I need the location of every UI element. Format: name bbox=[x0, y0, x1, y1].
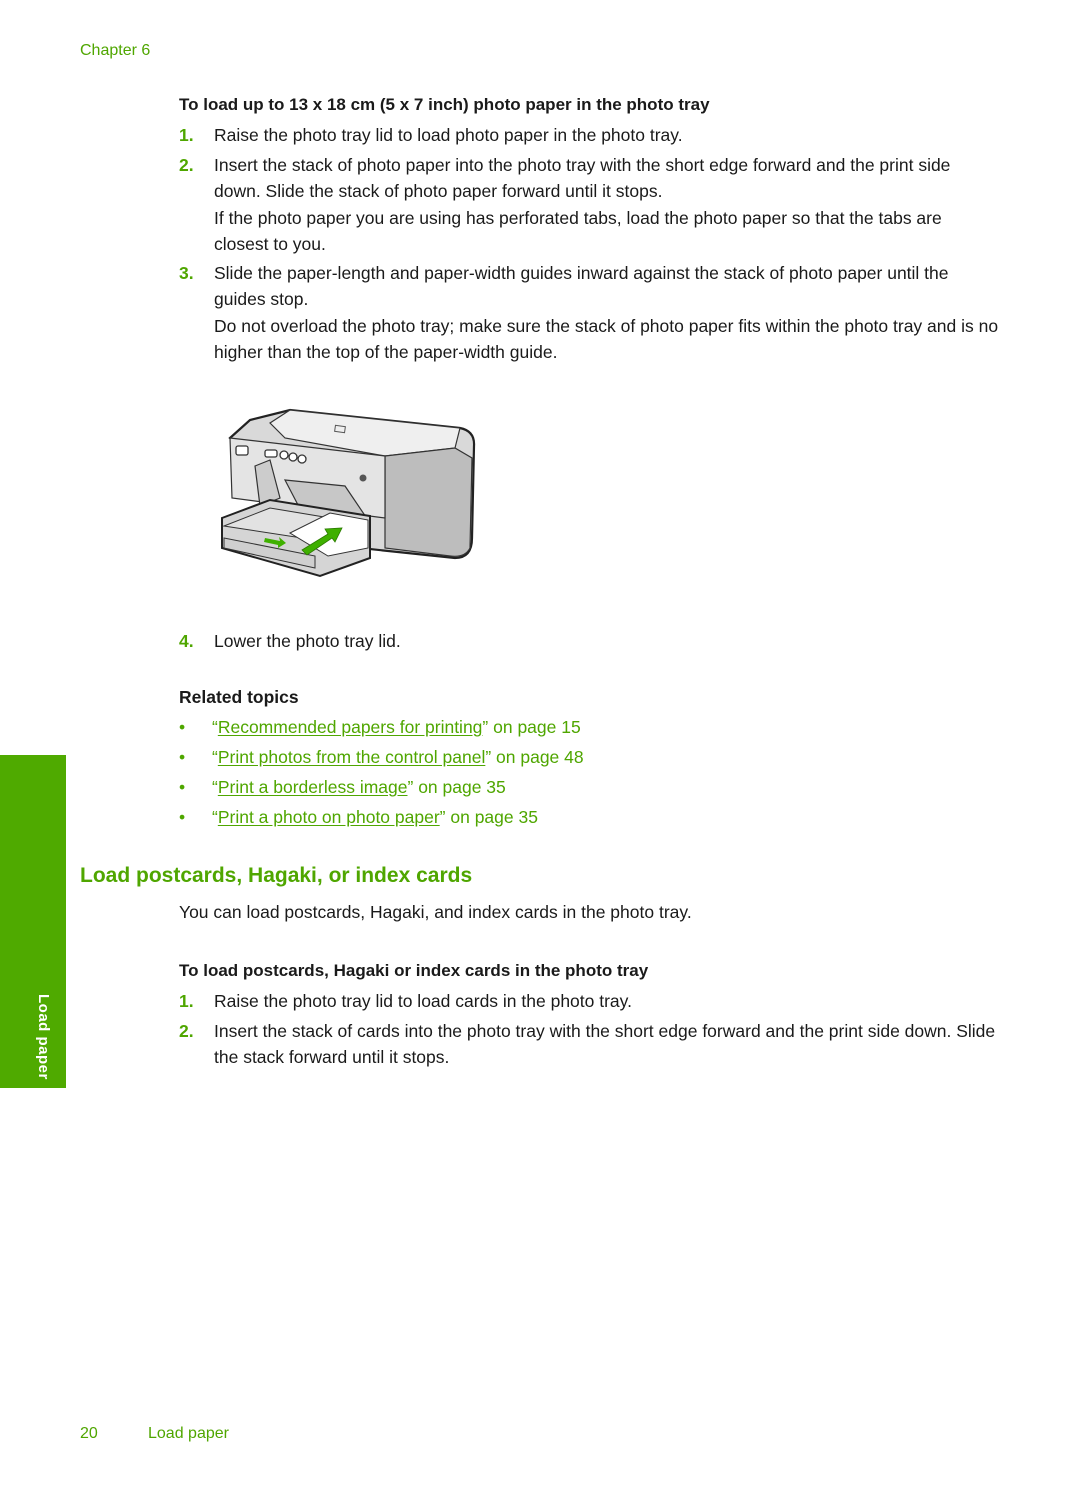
step-note: If the photo paper you are using has per… bbox=[214, 208, 942, 254]
step-note: Do not overload the photo tray; make sur… bbox=[214, 316, 999, 362]
page-ref: ” on page 15 bbox=[482, 717, 581, 737]
step-text: Raise the photo tray lid to load photo p… bbox=[214, 125, 683, 145]
bullet: • bbox=[179, 777, 186, 797]
procedure-title: To load up to 13 x 18 cm (5 x 7 inch) ph… bbox=[179, 95, 710, 114]
step-item: 2. Insert the stack of cards into the ph… bbox=[179, 1019, 999, 1070]
step-item: 1. Raise the photo tray lid to load card… bbox=[179, 989, 999, 1015]
footer-section: Load paper bbox=[148, 1425, 229, 1442]
printer-illustration bbox=[221, 408, 476, 578]
step-text: Insert the stack of photo paper into the… bbox=[214, 155, 951, 201]
section-intro: You can load postcards, Hagaki, and inde… bbox=[179, 902, 692, 922]
step-number: 4. bbox=[179, 631, 194, 651]
step-number: 2. bbox=[179, 155, 194, 175]
related-link-item: • “Print photos from the control panel” o… bbox=[179, 747, 584, 768]
step-item: 1. Raise the photo tray lid to load phot… bbox=[179, 123, 999, 149]
page-ref: ” on page 35 bbox=[407, 777, 506, 797]
related-link[interactable]: Print a borderless image bbox=[218, 777, 408, 797]
bullet: • bbox=[179, 717, 186, 737]
side-tab-label: Load paper bbox=[35, 994, 52, 1080]
related-link-item: • “Recommended papers for printing” on pa… bbox=[179, 717, 581, 738]
related-link[interactable]: Print photos from the control panel bbox=[218, 747, 486, 767]
chapter-header: Chapter 6 bbox=[80, 42, 151, 59]
step-number: 1. bbox=[179, 125, 194, 145]
page-ref: ” on page 48 bbox=[485, 747, 584, 767]
bullet: • bbox=[179, 807, 186, 827]
step-number: 1. bbox=[179, 991, 194, 1011]
step-text: Lower the photo tray lid. bbox=[214, 631, 401, 651]
step-number: 2. bbox=[179, 1021, 194, 1041]
step-text: Raise the photo tray lid to load cards i… bbox=[214, 991, 632, 1011]
procedure-title: To load postcards, Hagaki or index cards… bbox=[179, 961, 649, 980]
related-topics-heading: Related topics bbox=[179, 687, 299, 707]
step-number: 3. bbox=[179, 263, 194, 283]
related-link[interactable]: Recommended papers for printing bbox=[218, 717, 483, 737]
step-item: 4. Lower the photo tray lid. bbox=[179, 629, 999, 655]
related-link-item: • “Print a photo on photo paper” on page … bbox=[179, 807, 538, 828]
step-text: Slide the paper-length and paper-width g… bbox=[214, 263, 949, 309]
step-item: 2. Insert the stack of photo paper into … bbox=[179, 153, 999, 257]
chapter-side-tab: Load paper bbox=[0, 755, 66, 1088]
page-ref: ” on page 35 bbox=[439, 807, 538, 827]
page-number: 20 bbox=[80, 1425, 98, 1442]
step-item: 3. Slide the paper-length and paper-widt… bbox=[179, 261, 999, 365]
related-link[interactable]: Print a photo on photo paper bbox=[218, 807, 440, 827]
bullet: • bbox=[179, 747, 186, 767]
step-text: Insert the stack of cards into the photo… bbox=[214, 1021, 996, 1067]
related-link-item: • “Print a borderless image” on page 35 bbox=[179, 777, 506, 798]
section-heading: Load postcards, Hagaki, or index cards bbox=[80, 864, 473, 887]
